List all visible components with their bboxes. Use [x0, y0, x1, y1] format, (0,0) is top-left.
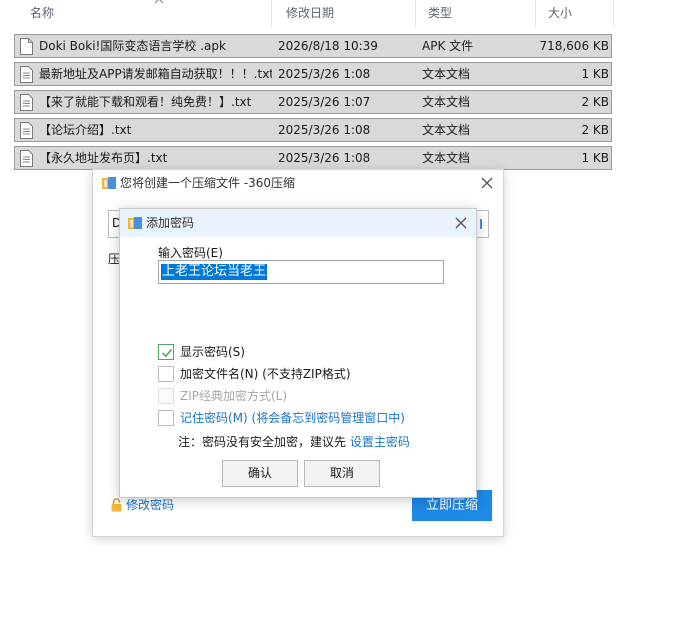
security-note: 注：密码没有安全加密，建议先 设置主密码 [178, 433, 410, 450]
file-date: 2025/3/26 1:07 [278, 95, 371, 109]
column-header-bar: 名称 修改日期 类型 大小 [14, 0, 614, 27]
column-header-name[interactable]: 名称 [14, 0, 54, 27]
modify-password-label: 修改密码 [126, 498, 175, 512]
compress-dialog-title: 您将创建一个压缩文件 -360压缩 [120, 176, 296, 190]
encrypt-filenames-label: 加密文件名(N) (不支持ZIP格式) [180, 367, 351, 381]
column-header-date[interactable]: 修改日期 [270, 0, 334, 27]
file-size: 2 KB [581, 95, 609, 109]
file-name: 【论坛介绍】.txt [39, 123, 132, 137]
add-password-dialog: 添加密码 输入密码(E) 上老王论坛当老王 显示密码(S) 加密文件名(N) (… [119, 208, 477, 498]
file-row[interactable]: Doki Boki!国际变态语言学校 .apk 2026/8/18 10:39 … [14, 34, 612, 58]
confirm-button[interactable]: 确认 [222, 460, 298, 487]
add-password-title: 添加密码 [146, 216, 195, 230]
close-icon[interactable] [479, 175, 495, 191]
text-file-icon [20, 150, 33, 167]
file-row[interactable]: 【论坛介绍】.txt 2025/3/26 1:08 文本文档 2 KB [14, 118, 612, 142]
encrypt-filenames-checkbox[interactable] [158, 366, 174, 382]
add-password-titlebar[interactable]: 添加密码 [120, 209, 476, 237]
text-file-icon [20, 66, 33, 83]
text-file-icon [20, 94, 33, 111]
show-password-label: 显示密码(S) [180, 345, 245, 359]
remember-password-label: 记住密码(M) (将会备忘到密码管理窗口中) [180, 411, 405, 425]
column-header-type[interactable]: 类型 [412, 0, 452, 27]
zip-classic-label: ZIP经典加密方式(L) [180, 389, 288, 403]
file-date: 2025/3/26 1:08 [278, 123, 371, 137]
security-note-text: 注：密码没有安全加密，建议先 [178, 435, 350, 449]
file-size: 718,606 KB [539, 39, 609, 53]
file-name: 【来了就能下载和观看！纯免费！】.txt [39, 95, 252, 109]
set-master-password-link[interactable]: 设置主密码 [350, 435, 410, 449]
file-size: 1 KB [581, 67, 609, 81]
file-row[interactable]: 【永久地址发布页】.txt 2025/3/26 1:08 文本文档 1 KB [14, 146, 612, 170]
column-header-size[interactable]: 大小 [532, 0, 572, 27]
file-date: 2025/3/26 1:08 [278, 151, 371, 165]
360zip-logo-icon [102, 177, 116, 189]
cancel-button[interactable]: 取消 [304, 460, 380, 487]
file-name: Doki Boki!国际变态语言学校 .apk [39, 39, 226, 53]
file-row[interactable]: 最新地址及APP请发邮箱自动获取！！！.txt 2025/3/26 1:08 文… [14, 62, 612, 86]
zip-classic-checkbox [158, 388, 174, 404]
password-input[interactable] [158, 260, 444, 284]
close-icon[interactable] [453, 215, 469, 231]
file-icon [20, 38, 33, 55]
browse-icon[interactable] [480, 219, 485, 229]
show-password-checkbox[interactable] [158, 344, 174, 360]
compress-dialog-titlebar[interactable]: 您将创建一个压缩文件 -360压缩 [93, 170, 503, 197]
modify-password-link[interactable]: 修改密码 [110, 496, 174, 514]
file-row[interactable]: 【来了就能下载和观看！纯免费！】.txt 2025/3/26 1:07 文本文档… [14, 90, 612, 114]
password-label: 输入密码(E) [158, 246, 223, 260]
text-file-icon [20, 122, 33, 139]
sort-ascending-icon [154, 0, 164, 4]
file-name: 最新地址及APP请发邮箱自动获取！！！.txt [39, 67, 272, 81]
360zip-logo-icon [128, 217, 142, 229]
file-size: 2 KB [581, 123, 609, 137]
file-name: 【永久地址发布页】.txt [39, 151, 168, 165]
file-date: 2026/8/18 10:39 [278, 39, 378, 53]
file-date: 2025/3/26 1:08 [278, 67, 371, 81]
file-size: 1 KB [581, 151, 609, 165]
remember-password-checkbox[interactable] [158, 410, 174, 426]
check-icon [161, 348, 173, 358]
lock-icon [111, 498, 122, 512]
column-divider[interactable] [613, 0, 614, 27]
